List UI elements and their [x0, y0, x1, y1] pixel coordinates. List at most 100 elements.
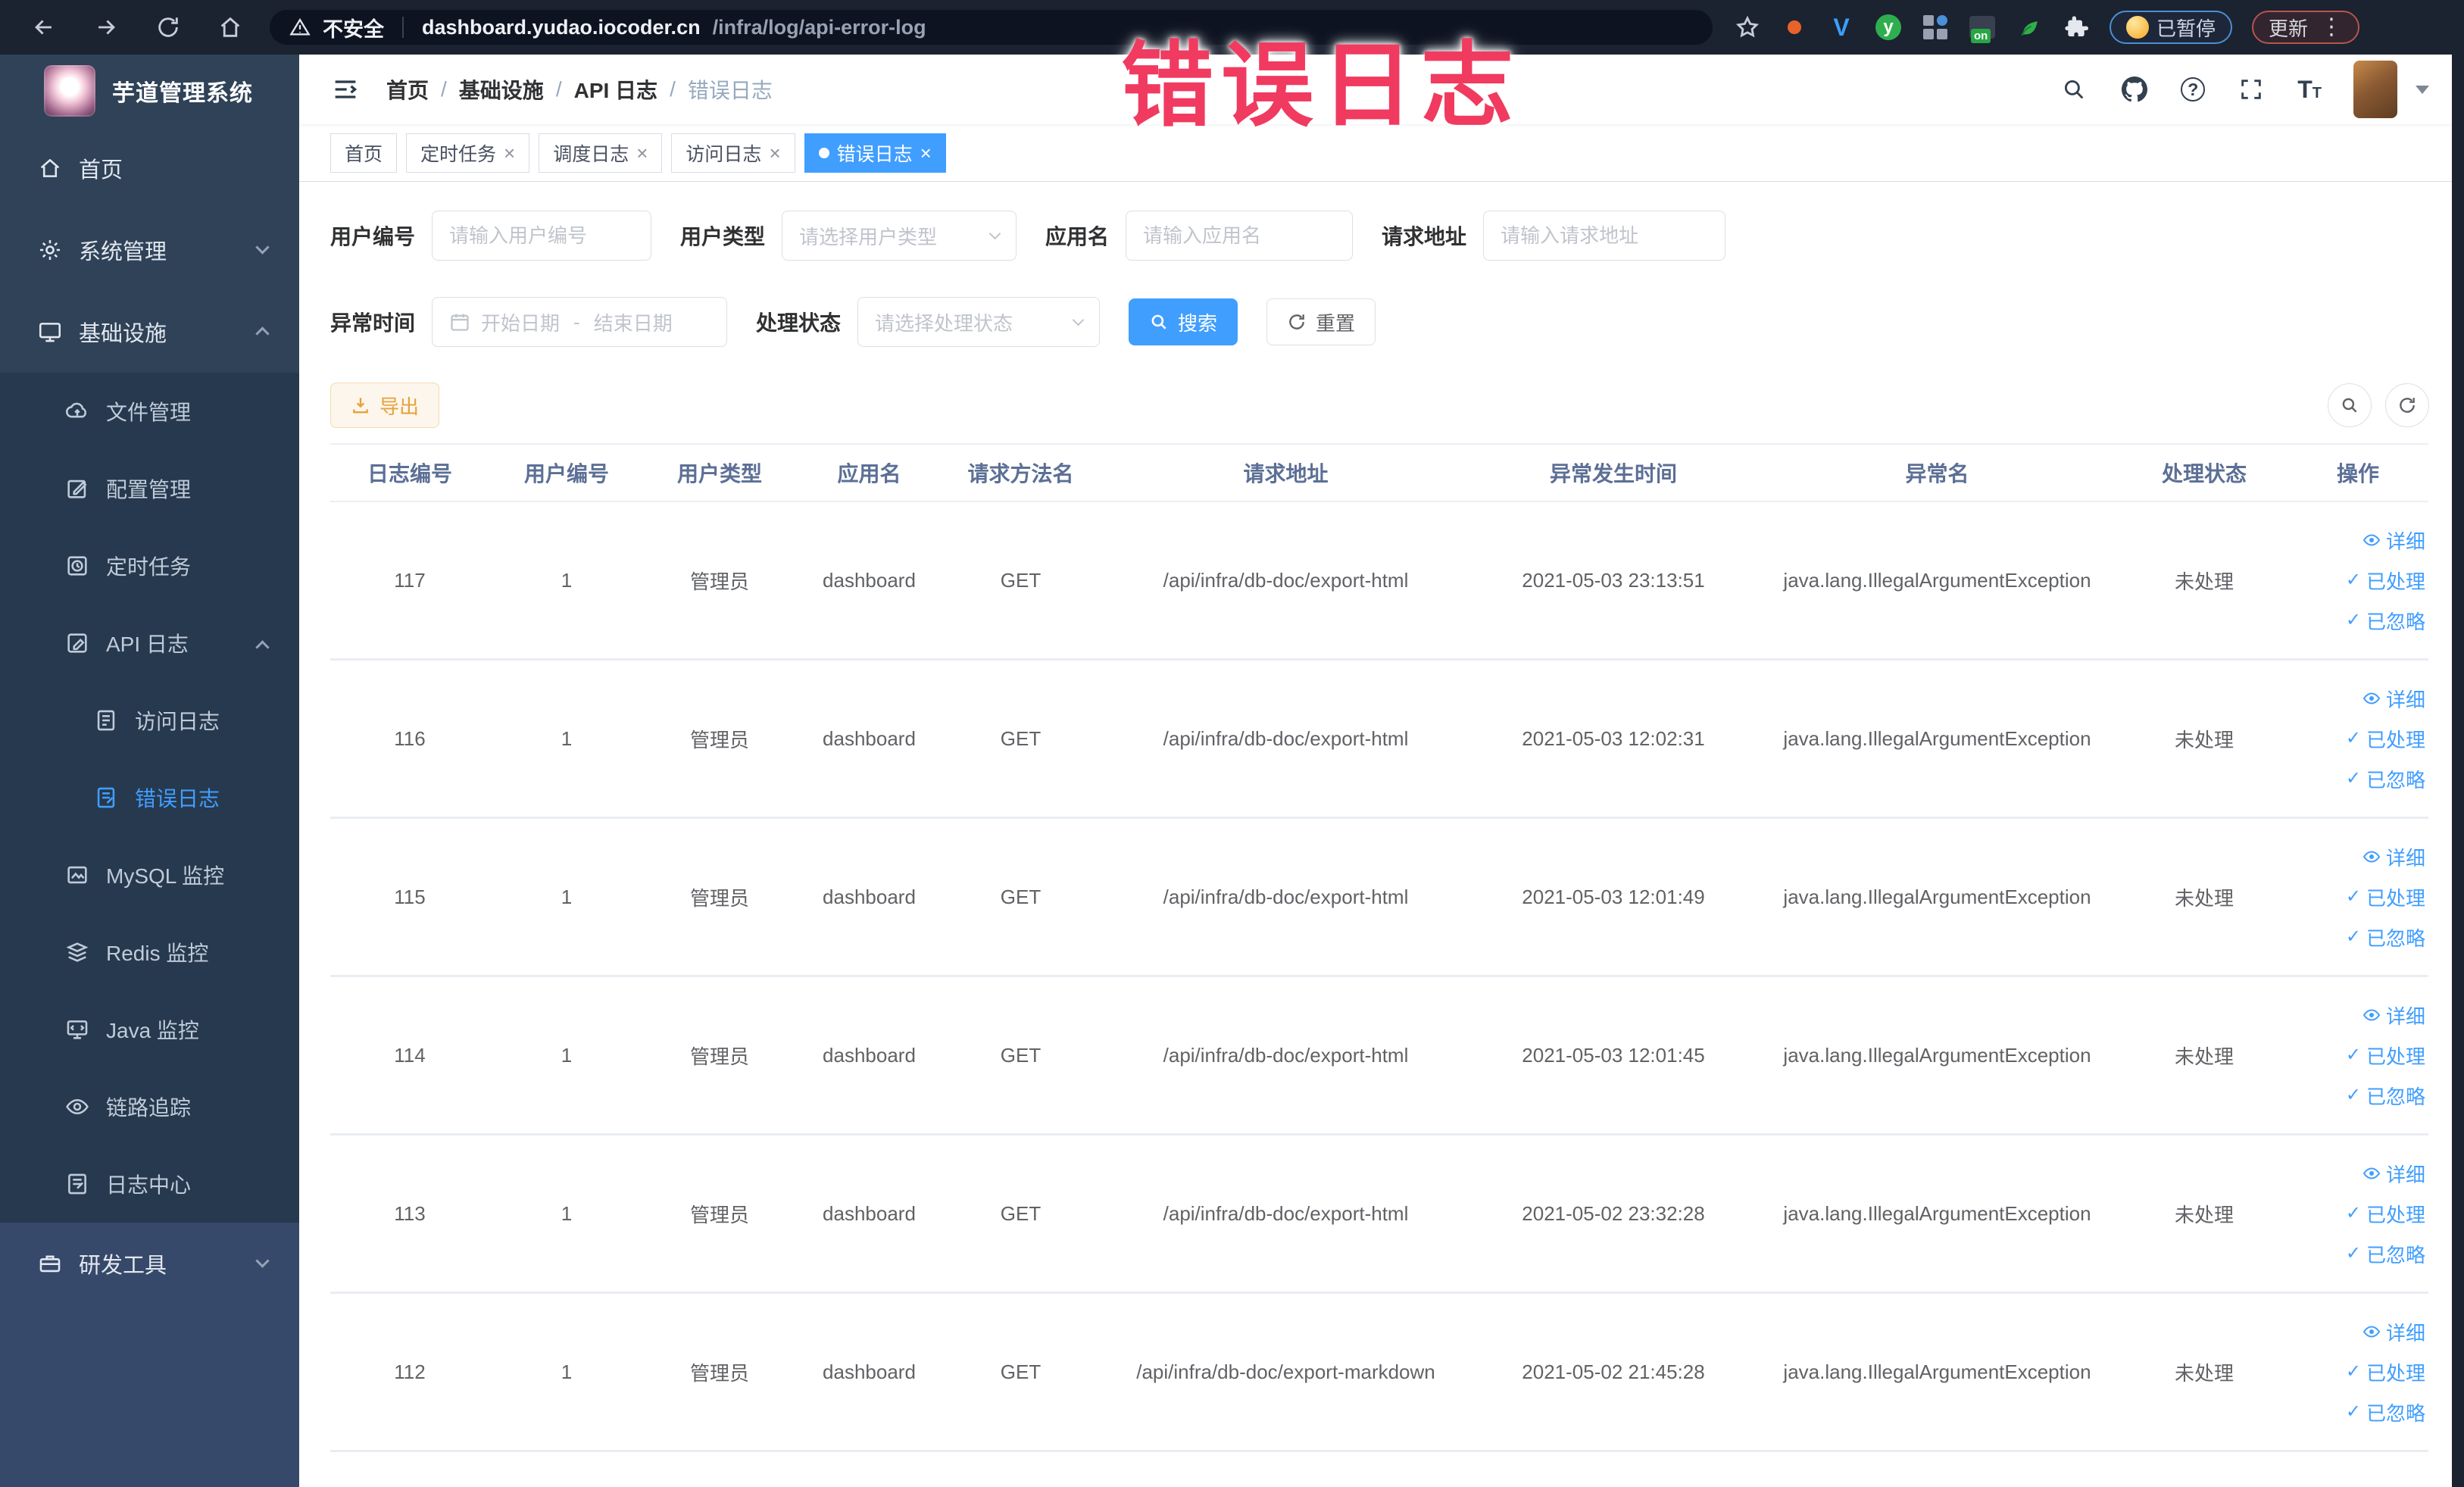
profile-emoji-icon [2126, 16, 2149, 39]
date-range-picker[interactable]: 开始日期 - 结束日期 [432, 297, 728, 347]
check-icon: ✓ [2345, 1401, 2361, 1422]
action-detail[interactable]: 详细 [2363, 1001, 2425, 1029]
search-button[interactable]: 搜索 [1129, 298, 1238, 345]
check-icon: ✓ [2345, 610, 2361, 630]
avatar-caret-icon[interactable] [2416, 85, 2429, 94]
user-id-input[interactable] [449, 223, 635, 248]
url-bar[interactable]: 不安全 dashboard.yudao.iocoder.cn /infra/lo… [270, 10, 1713, 45]
user-type-select[interactable]: 请选择用户类型 [782, 211, 1017, 261]
tab-access-log[interactable]: 访问日志 × [671, 133, 795, 173]
action-detail[interactable]: 详细 [2363, 1318, 2425, 1346]
chevron-up-icon [255, 640, 270, 654]
help-icon[interactable]: ? [2181, 77, 2206, 102]
bookmark-star-icon[interactable] [1734, 14, 1761, 41]
close-icon[interactable]: × [504, 143, 515, 163]
request-url-input[interactable] [1501, 223, 1709, 248]
app-logo[interactable]: 芋道管理系统 [0, 55, 299, 127]
eye-icon [2363, 1167, 2381, 1179]
search-form: 用户编号 用户类型 请选择用户类型 应用名 请求地址 异常时间 [299, 211, 2452, 347]
action-ignored[interactable]: ✓ 已忽略 [2346, 1398, 2425, 1426]
sidebar-item-access-log[interactable]: 访问日志 [0, 682, 299, 759]
sidebar-item-error-log[interactable]: 错误日志 [0, 759, 299, 836]
github-icon[interactable] [2120, 75, 2149, 104]
tab-jobs[interactable]: 定时任务 × [406, 133, 530, 173]
action-processed[interactable]: ✓ 已处理 [2346, 725, 2425, 753]
check-icon: ✓ [2345, 1085, 2361, 1105]
sidebar-item-mysql[interactable]: MySQL 监控 [0, 836, 299, 914]
error-log-table: 日志编号 用户编号 用户类型 应用名 请求方法名 请求地址 异常发生时间 异常名… [330, 443, 2428, 1452]
user-avatar[interactable] [2353, 61, 2397, 118]
action-detail[interactable]: 详细 [2363, 1160, 2425, 1188]
action-ignored[interactable]: ✓ 已忽略 [2346, 765, 2425, 793]
extension-donut-icon[interactable] [1781, 14, 1808, 41]
sidebar-item-java[interactable]: Java 监控 [0, 991, 299, 1068]
sidebar-item-system[interactable]: 系统管理 [0, 209, 299, 291]
extension-on-icon[interactable]: on [1969, 14, 1996, 43]
extensions-puzzle-icon[interactable] [2063, 14, 2090, 41]
app-name-input[interactable] [1143, 223, 1336, 248]
breadcrumb-api-log[interactable]: API 日志 [574, 74, 657, 105]
action-ignored[interactable]: ✓ 已忽略 [2346, 1240, 2425, 1268]
font-size-icon[interactable]: TT [2297, 76, 2322, 104]
close-icon[interactable]: × [769, 143, 780, 163]
browser-reload-icon[interactable] [155, 14, 182, 41]
action-processed[interactable]: ✓ 已处理 [2346, 1358, 2425, 1386]
process-status-select[interactable]: 请选择处理状态 [857, 297, 1101, 347]
tab-home[interactable]: 首页 [330, 133, 398, 173]
tab-schedule-log[interactable]: 调度日志 × [539, 133, 663, 173]
sidebar-item-infra[interactable]: 基础设施 [0, 291, 299, 373]
breadcrumb-home[interactable]: 首页 [386, 74, 429, 105]
sidebar-item-log-center[interactable]: 日志中心 [0, 1145, 299, 1223]
sidebar-item-jobs[interactable]: 定时任务 [0, 527, 299, 604]
tab-error-log[interactable]: 错误日志 × [804, 133, 946, 173]
browser-update-button[interactable]: 更新 ⋮ [2252, 11, 2360, 44]
fullscreen-icon[interactable] [2237, 75, 2266, 104]
close-icon[interactable]: × [920, 143, 932, 163]
log-center-icon [64, 1170, 91, 1198]
briefcase-icon [36, 1250, 64, 1277]
action-processed[interactable]: ✓ 已处理 [2346, 883, 2425, 911]
sidebar-item-api-log[interactable]: API 日志 [0, 604, 299, 682]
extension-v-icon[interactable]: V [1828, 14, 1855, 41]
header-search-icon[interactable] [2060, 75, 2088, 104]
action-processed[interactable]: ✓ 已处理 [2346, 567, 2425, 595]
table-row: 117 1 管理员 dashboard GET /api/infra/db-do… [330, 502, 2428, 661]
sidebar-item-trace[interactable]: 链路追踪 [0, 1068, 299, 1145]
browser-forward-icon[interactable] [92, 14, 120, 41]
table-row: 116 1 管理员 dashboard GET /api/infra/db-do… [330, 661, 2428, 819]
extension-grid-icon[interactable] [1922, 14, 1949, 41]
sidebar-submenu-infra: 文件管理 配置管理 定时任务 API 日志 访问日志 错误日志 MySQL 监控… [0, 373, 299, 1223]
action-detail[interactable]: 详细 [2363, 685, 2425, 713]
profile-paused-button[interactable]: 已暂停 [2110, 11, 2233, 44]
action-ignored[interactable]: ✓ 已忽略 [2346, 1082, 2425, 1110]
breadcrumb-infra[interactable]: 基础设施 [459, 74, 544, 105]
window-scrollbar[interactable] [2452, 0, 2464, 1487]
action-processed[interactable]: ✓ 已处理 [2346, 1042, 2425, 1070]
document-icon [92, 707, 120, 734]
close-icon[interactable]: × [636, 143, 648, 163]
export-button[interactable]: 导出 [330, 383, 440, 428]
sidebar-item-redis[interactable]: Redis 监控 [0, 914, 299, 991]
refresh-table-button[interactable] [2385, 383, 2429, 427]
browser-back-icon[interactable] [30, 14, 58, 41]
toggle-search-button[interactable] [2328, 383, 2372, 427]
sidebar-item-files[interactable]: 文件管理 [0, 373, 299, 450]
action-processed[interactable]: ✓ 已处理 [2346, 1200, 2425, 1228]
action-ignored[interactable]: ✓ 已忽略 [2346, 923, 2425, 951]
refresh-icon [2400, 398, 2415, 413]
browser-menu-icon[interactable]: ⋮ [2320, 16, 2343, 39]
check-icon: ✓ [2345, 1203, 2361, 1223]
action-detail[interactable]: 详细 [2363, 526, 2425, 555]
sidebar-item-dev-tools[interactable]: 研发工具 [0, 1223, 299, 1304]
chevron-up-icon [255, 326, 270, 341]
action-ignored[interactable]: ✓ 已忽略 [2346, 607, 2425, 635]
extension-leaf-icon[interactable] [2016, 14, 2043, 41]
browser-home-icon[interactable] [217, 14, 244, 41]
sidebar-item-config[interactable]: 配置管理 [0, 450, 299, 527]
search-icon [1151, 314, 1166, 330]
action-detail[interactable]: 详细 [2363, 843, 2425, 871]
reset-button[interactable]: 重置 [1266, 298, 1376, 345]
sidebar-collapse-icon[interactable] [330, 74, 361, 105]
sidebar-item-home[interactable]: 首页 [0, 127, 299, 209]
extension-green-icon[interactable]: y [1875, 14, 1902, 41]
